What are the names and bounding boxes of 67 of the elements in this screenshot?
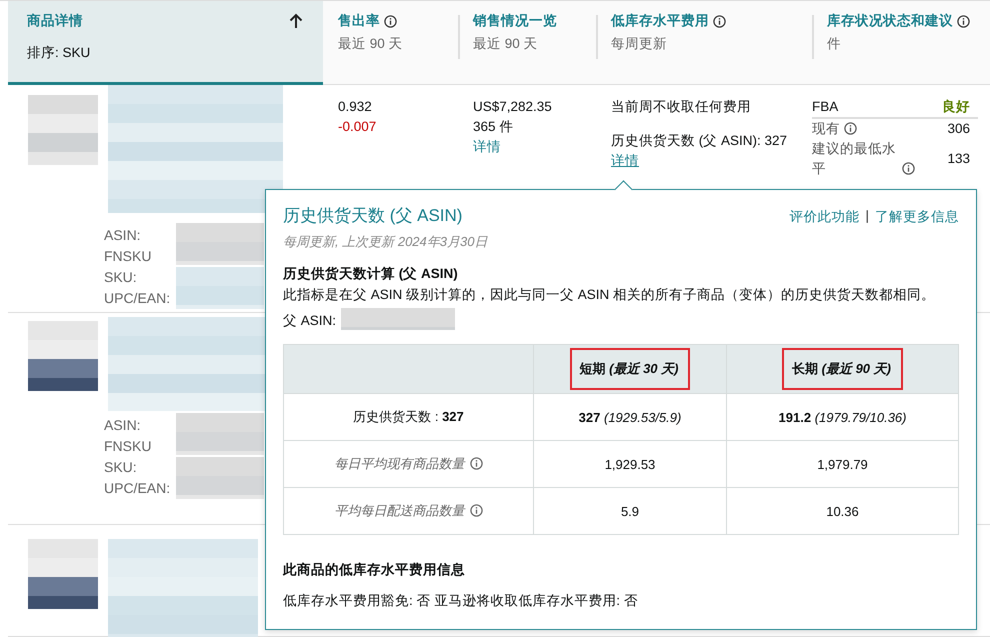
units-sold: 365 件 (473, 118, 514, 136)
inventory-status: 良好 (942, 98, 970, 116)
table-cell: 327 (1929.53/5.9) (534, 394, 726, 440)
product-field-label: UPC/EAN: (104, 289, 170, 308)
column-subtitle: 件 (827, 35, 842, 53)
column-title: 售出率 (338, 12, 380, 30)
popover-link[interactable]: 评价此功能 (789, 208, 860, 226)
column-title: 商品详情 (27, 12, 83, 30)
fee-status: 当前周不收取任何费用 (611, 98, 752, 116)
table-cell: 10.36 (726, 488, 958, 534)
product-field-label: ASIN: (104, 226, 142, 245)
highlighted-header-label: 长期 (最近 90 天) (782, 348, 903, 390)
sales-amount: US$7,282.35 (473, 98, 553, 116)
product-field-label: FNSKU (104, 247, 152, 266)
popover-title: 历史供货天数 (父 ASIN) (283, 205, 462, 227)
redaction-patch (28, 539, 98, 609)
table-cell: 191.2 (1979.79/10.36) (726, 394, 958, 440)
fee-info-text: 低库存水平费用豁免: 否 亚马逊将收取低库存水平费用: 否 (283, 592, 639, 610)
row-label: 历史供货天数 : 327 (284, 394, 534, 440)
column-header[interactable]: 售出率 最近 90 天 (323, 1, 458, 85)
table-cell: 1,979.79 (726, 440, 958, 488)
details-link[interactable]: 详情 (473, 137, 581, 157)
product-field-label: FNSKU (104, 437, 152, 456)
inventory-label: 建议的最低水平 (812, 140, 897, 178)
table-cell: 1,929.53 (534, 440, 726, 488)
update-note: 每周更新, 上次更新 2024年3月30日 (283, 233, 489, 251)
inventory-value: 306 (947, 120, 970, 138)
section-title: 历史供货天数计算 (父 ASIN) (283, 265, 459, 283)
details-link[interactable]: 详情 (611, 153, 639, 168)
highlighted-header-label: 短期 (最近 30 天) (570, 348, 690, 390)
column-subtitle: 排序: SKU (27, 44, 92, 62)
column-subtitle: 最近 90 天 (473, 35, 539, 53)
column-title: 销售情况一览 (473, 12, 557, 30)
info-icon[interactable] (384, 14, 397, 28)
row-label: 每日平均现有商品数量 (334, 456, 464, 471)
fulfillment-channel: FBA (812, 98, 838, 116)
column-subtitle: 每周更新 (611, 35, 668, 53)
supply-days: 历史供货天数 (父 ASIN): 327 (611, 131, 797, 151)
column-header[interactable]: 低库存水平费用 每周更新 (596, 1, 812, 85)
inventory-label: 现有 (812, 120, 840, 138)
column-subtitle: 最近 90 天 (338, 35, 404, 53)
info-icon[interactable] (844, 122, 857, 135)
column-header[interactable]: 销售情况一览 最近 90 天 (458, 1, 596, 85)
row-label: 平均每日配送商品数量 (334, 503, 464, 518)
column-header[interactable]: 库存状况状态和建议 件 (812, 1, 990, 85)
selected-column-header[interactable]: 商品详情 排序: SKU (8, 1, 323, 85)
popover-link[interactable]: 了解更多信息 (875, 208, 959, 226)
info-icon[interactable] (957, 14, 970, 28)
redaction-patch (28, 95, 98, 165)
column-title: 低库存水平费用 (611, 12, 709, 30)
sell-through-change: -0.007 (338, 118, 378, 136)
sell-through-value: 0.932 (338, 98, 373, 116)
column-title: 库存状况状态和建议 (827, 12, 953, 30)
product-field-label: ASIN: (104, 416, 142, 435)
inventory-value: 133 (947, 150, 970, 168)
sort-arrow-icon[interactable] (289, 13, 303, 29)
description-text: 此指标是在父 ASIN 级别计算的，因此与同一父 ASIN 相关的所有子商品（变体）的历史供货天数都相同。 (283, 286, 936, 304)
redaction-patch (28, 321, 98, 391)
info-icon[interactable] (713, 14, 726, 28)
link-separator: | (865, 208, 869, 225)
product-field-label: UPC/EAN: (104, 479, 170, 498)
product-field-label: SKU: (104, 268, 138, 287)
info-icon[interactable] (902, 162, 915, 175)
parent-asin-label: 父 ASIN: (283, 312, 336, 330)
table-cell: 5.9 (534, 488, 726, 534)
fee-info-title: 此商品的低库存水平费用信息 (283, 561, 466, 579)
product-field-label: SKU: (104, 458, 138, 477)
